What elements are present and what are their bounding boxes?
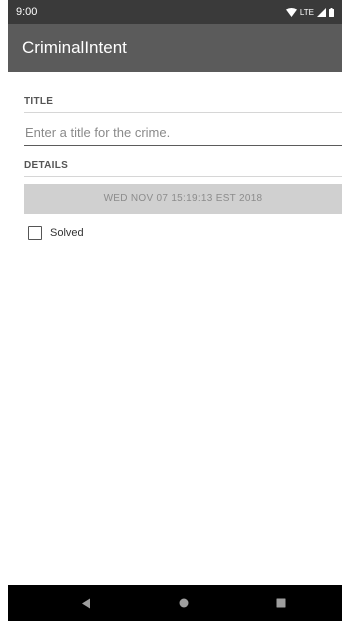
network-type-label: LTE: [299, 7, 314, 17]
details-section-header: DETAILS: [24, 160, 69, 171]
recents-button[interactable]: [273, 595, 289, 611]
wifi-icon: [285, 7, 297, 17]
phone-screen: 9:00 LTE CriminalIntent TITLE DETAILS WE…: [0, 0, 350, 621]
back-button[interactable]: [78, 595, 94, 611]
solved-checkbox[interactable]: [28, 226, 42, 240]
status-icons: LTE: [285, 7, 334, 17]
recents-icon: [276, 598, 286, 608]
back-icon: [82, 598, 90, 608]
battery-icon: [329, 7, 334, 17]
crime-date-button[interactable]: WED NOV 07 15:19:13 EST 2018: [24, 184, 342, 214]
app-title: CriminalIntent: [22, 38, 127, 57]
title-section-divider: [24, 112, 342, 113]
cellular-signal-icon: [317, 7, 326, 17]
solved-checkbox-row[interactable]: Solved: [28, 226, 84, 240]
status-time: 9:00: [16, 6, 38, 18]
status-bar: 9:00 LTE: [8, 0, 342, 24]
solved-checkbox-label[interactable]: Solved: [50, 227, 84, 239]
title-section-header: TITLE: [24, 96, 54, 107]
home-button[interactable]: [176, 595, 192, 611]
crime-title-input[interactable]: [24, 120, 342, 146]
home-icon: [179, 598, 189, 608]
details-section-divider: [24, 176, 342, 177]
app-bar: CriminalIntent: [8, 24, 342, 72]
crime-form: TITLE DETAILS WED NOV 07 15:19:13 EST 20…: [8, 72, 342, 585]
navigation-bar: [8, 585, 342, 621]
